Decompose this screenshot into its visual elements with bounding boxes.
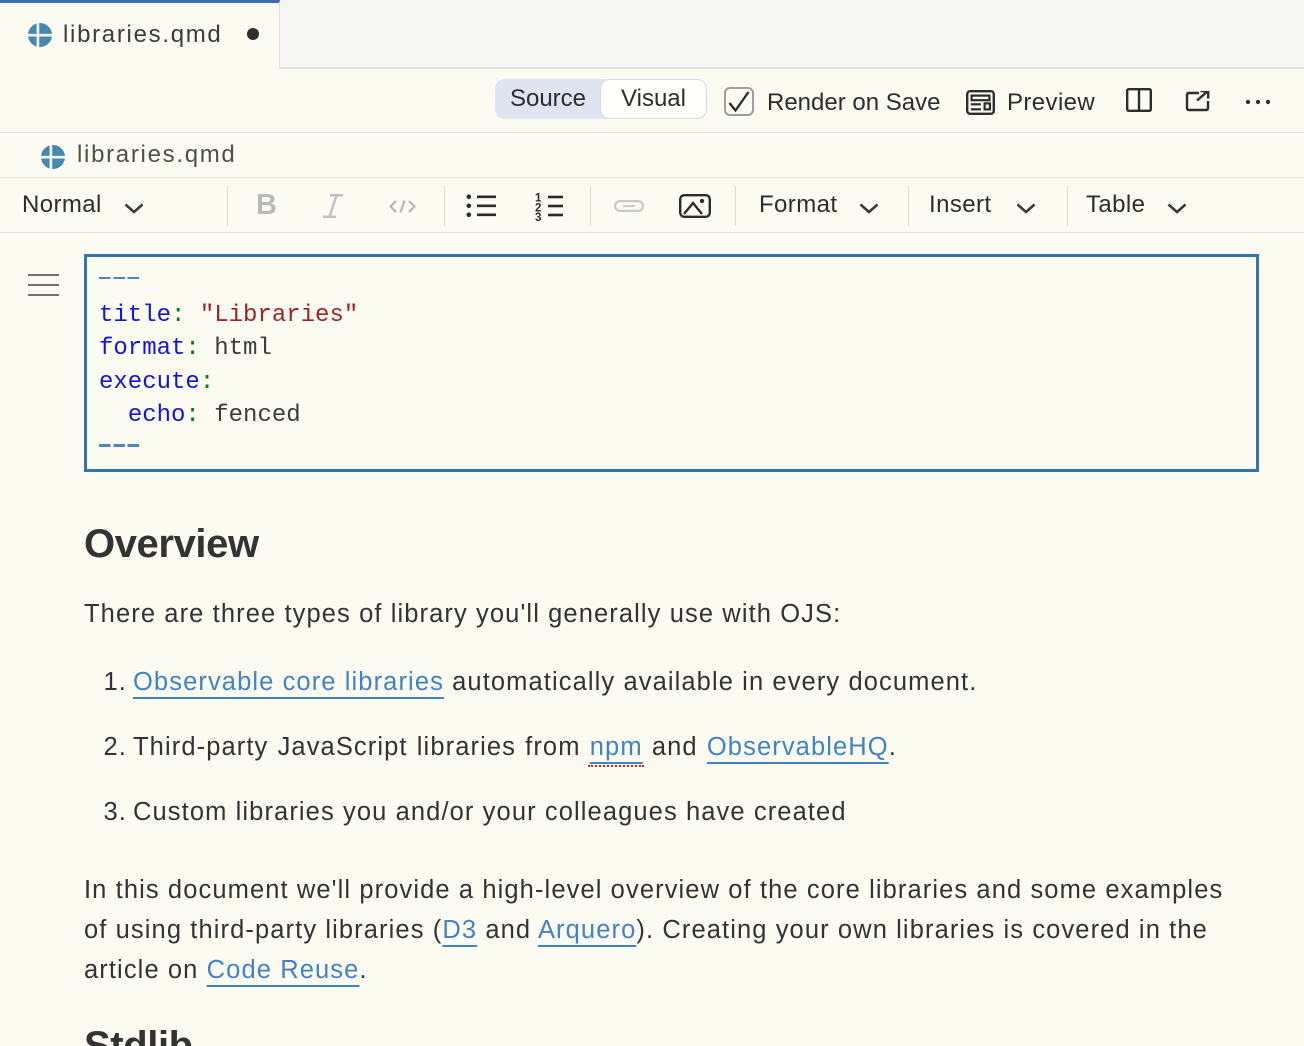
svg-text:3: 3	[535, 212, 541, 221]
